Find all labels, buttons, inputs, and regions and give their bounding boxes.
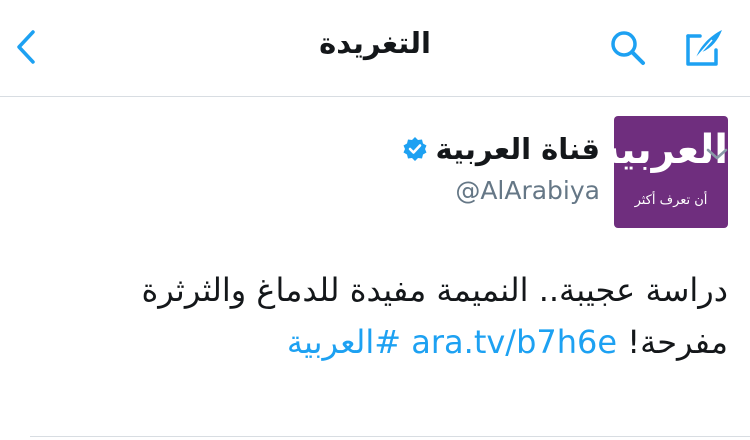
divider [30, 436, 750, 437]
search-button[interactable] [606, 26, 650, 70]
compose-tweet-button[interactable] [680, 24, 728, 72]
navigation-bar: التغريدة [0, 0, 750, 97]
tweet-text-line2-prefix: مفرحة! [617, 323, 728, 361]
search-icon [611, 31, 645, 65]
tweet-text: دراسة عجيبة.. النميمة مفيدة للدماغ والثر… [40, 264, 729, 368]
tweet-options-button[interactable] [702, 144, 732, 164]
avatar-tagline: أن تعرف أكثر [634, 193, 708, 208]
author-display-name[interactable]: قناة العربية [436, 132, 600, 166]
author-handle[interactable]: @AlArabiya [455, 176, 600, 205]
tweet-link[interactable]: ara.tv/b7h6e [411, 323, 617, 361]
tweet-detail-screen: التغريدة العربية أن تعرف أكثر قناة العرب… [0, 0, 750, 440]
author-row[interactable]: قناة العربية [402, 132, 600, 166]
tweet-hashtag[interactable]: #العربية [287, 323, 401, 361]
tweet-text-line2: مفرحة! ara.tv/b7h6e #العربية [40, 316, 728, 368]
verified-badge-icon [402, 136, 428, 162]
avatar[interactable]: العربية أن تعرف أكثر [614, 116, 728, 228]
tweet-text-line1: دراسة عجيبة.. النميمة مفيدة للدماغ والثر… [141, 271, 729, 309]
compose-tweet-icon [686, 30, 722, 66]
chevron-down-icon [706, 148, 728, 160]
